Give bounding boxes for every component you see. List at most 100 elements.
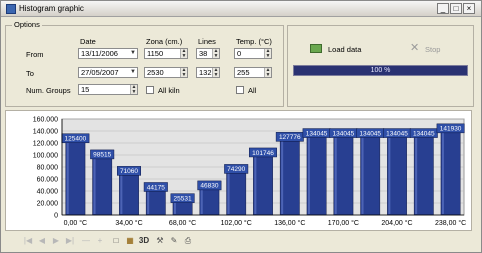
to-row-label: To bbox=[26, 69, 34, 78]
histogram-chart: 0 20.000 40.000 60.000 80.000 100.000 120.000 1… bbox=[33, 117, 467, 228]
from-row-label: From bbox=[26, 50, 44, 59]
from-lines-value: 38 bbox=[199, 49, 208, 58]
data-label: 46830 bbox=[200, 183, 218, 190]
bar-highlight bbox=[66, 140, 69, 214]
all-checkbox[interactable] bbox=[236, 86, 244, 94]
bar-highlight bbox=[388, 135, 391, 214]
chevron-down-icon[interactable]: ▼ bbox=[129, 68, 137, 77]
bar-highlight bbox=[254, 154, 257, 214]
stop-button[interactable]: Stop bbox=[425, 45, 440, 54]
x-tick-label: 34,00 °C bbox=[115, 219, 142, 227]
data-label: 127776 bbox=[279, 134, 301, 141]
spinner-icon[interactable]: ▲ ▼ bbox=[212, 68, 219, 77]
next-icon[interactable]: ▶ bbox=[50, 235, 62, 247]
data-label: 98515 bbox=[93, 152, 111, 159]
title-bar[interactable]: Histogram graphic _ □ × bbox=[1, 1, 481, 17]
spinner-icon[interactable]: ▲ ▼ bbox=[180, 68, 187, 77]
from-zona-input[interactable]: 1150 ▲ ▼ bbox=[144, 48, 188, 59]
lines-column-label: Lines bbox=[198, 37, 216, 46]
stats-icon[interactable]: ▦ bbox=[124, 235, 136, 247]
all-kiln-label: All kiln bbox=[158, 86, 180, 95]
zona-column-label: Zona (cm.) bbox=[146, 37, 183, 46]
bar-highlight bbox=[441, 130, 444, 214]
data-label: 25531 bbox=[174, 195, 192, 202]
load-data-button[interactable]: Load data bbox=[328, 45, 361, 54]
bar-highlight bbox=[120, 173, 123, 214]
to-temp-input[interactable]: 255 ▲ ▼ bbox=[234, 67, 272, 78]
x-tick-label: 238,00 °C bbox=[435, 219, 466, 227]
3d-icon[interactable]: 3D bbox=[138, 235, 150, 247]
y-tick-label: 120.000 bbox=[33, 141, 58, 148]
close-button[interactable]: × bbox=[463, 3, 475, 14]
plus-icon[interactable]: + bbox=[94, 235, 106, 247]
spinner-icon[interactable]: ▲ ▼ bbox=[130, 85, 137, 94]
y-tick-label: 140.000 bbox=[33, 129, 58, 136]
y-tick-label: 20.000 bbox=[37, 201, 59, 208]
minimize-button[interactable]: _ bbox=[437, 3, 449, 14]
data-label: 134045 bbox=[413, 130, 435, 137]
chevron-down-icon[interactable]: ▼ bbox=[129, 49, 137, 58]
data-label: 101746 bbox=[252, 150, 274, 157]
bar-highlight bbox=[147, 189, 150, 214]
last-icon[interactable]: ▶| bbox=[64, 235, 76, 247]
copy-icon[interactable]: □ bbox=[110, 235, 122, 247]
spinner-icon[interactable]: ▲ ▼ bbox=[212, 49, 219, 58]
all-label: All bbox=[248, 86, 257, 95]
from-lines-input[interactable]: 38 ▲ ▼ bbox=[196, 48, 220, 59]
app-icon bbox=[6, 4, 16, 14]
bar-highlight bbox=[227, 171, 230, 214]
x-tick-label: 0,00 °C bbox=[64, 219, 87, 227]
date-column-label: Date bbox=[80, 37, 96, 46]
edit-icon[interactable]: ✎ bbox=[168, 235, 180, 247]
from-date-picker[interactable]: 13/11/2006 ▼ bbox=[78, 48, 138, 59]
num-groups-value: 15 bbox=[81, 85, 90, 94]
spinner-icon[interactable]: ▲ ▼ bbox=[180, 49, 187, 58]
from-temp-input[interactable]: 0 ▲ ▼ bbox=[234, 48, 272, 59]
x-tick-label: 136,00 °C bbox=[274, 219, 305, 227]
data-label: 141930 bbox=[440, 126, 462, 133]
y-tick-label: 160.000 bbox=[33, 117, 58, 124]
bar-highlight bbox=[281, 139, 284, 214]
y-tick-label: 60.000 bbox=[37, 177, 59, 184]
print-icon[interactable]: ⎙ bbox=[182, 235, 194, 247]
to-lines-input[interactable]: 132 ▲ ▼ bbox=[196, 67, 220, 78]
bar-highlight bbox=[415, 135, 418, 214]
x-tick-label: 170,00 °C bbox=[328, 219, 359, 227]
tools-icon[interactable]: ⚒ bbox=[154, 235, 166, 247]
minus-icon[interactable]: — bbox=[80, 235, 92, 247]
data-label: 44175 bbox=[147, 184, 165, 191]
data-label: 134045 bbox=[359, 130, 381, 137]
to-date-picker[interactable]: 27/05/2007 ▼ bbox=[78, 67, 138, 78]
from-temp-value: 0 bbox=[237, 49, 242, 58]
bar-highlight bbox=[93, 156, 96, 214]
histogram-chart-frame: 0 20.000 40.000 60.000 80.000 100.000 120.000 1… bbox=[5, 110, 472, 231]
y-tick-label: 80.000 bbox=[37, 165, 59, 172]
to-zona-input[interactable]: 2530 ▲ ▼ bbox=[144, 67, 188, 78]
maximize-button[interactable]: □ bbox=[450, 3, 462, 14]
spinner-icon[interactable]: ▲ ▼ bbox=[264, 49, 271, 58]
progress-bar: 100 % bbox=[293, 65, 468, 76]
data-label: 134045 bbox=[333, 130, 355, 137]
spinner-icon[interactable]: ▲ ▼ bbox=[264, 68, 271, 77]
to-zona-value: 2530 bbox=[147, 68, 164, 77]
y-tick-label: 0 bbox=[54, 213, 58, 220]
window-title: Histogram graphic bbox=[19, 4, 84, 13]
options-group-label: Options bbox=[12, 20, 42, 29]
y-tick-label: 100.000 bbox=[33, 153, 58, 160]
x-tick-label: 204,00 °C bbox=[381, 219, 412, 227]
load-data-icon[interactable] bbox=[310, 44, 322, 53]
all-kiln-checkbox[interactable] bbox=[146, 86, 154, 94]
num-groups-input[interactable]: 15 ▲ ▼ bbox=[78, 84, 138, 95]
first-icon[interactable]: |◀ bbox=[22, 235, 34, 247]
data-label: 134045 bbox=[386, 130, 408, 137]
to-lines-value: 132 bbox=[199, 68, 212, 77]
y-tick-label: 40.000 bbox=[37, 189, 59, 196]
from-zona-value: 1150 bbox=[147, 49, 164, 58]
x-tick-label: 102,00 °C bbox=[221, 219, 252, 227]
bar-highlight bbox=[361, 135, 364, 214]
to-date-value: 27/05/2007 bbox=[81, 68, 119, 77]
temp-column-label: Temp. (°C) bbox=[236, 37, 272, 46]
data-label: 74290 bbox=[227, 166, 245, 173]
data-label: 71060 bbox=[120, 168, 138, 175]
previous-icon[interactable]: ◀ bbox=[36, 235, 48, 247]
